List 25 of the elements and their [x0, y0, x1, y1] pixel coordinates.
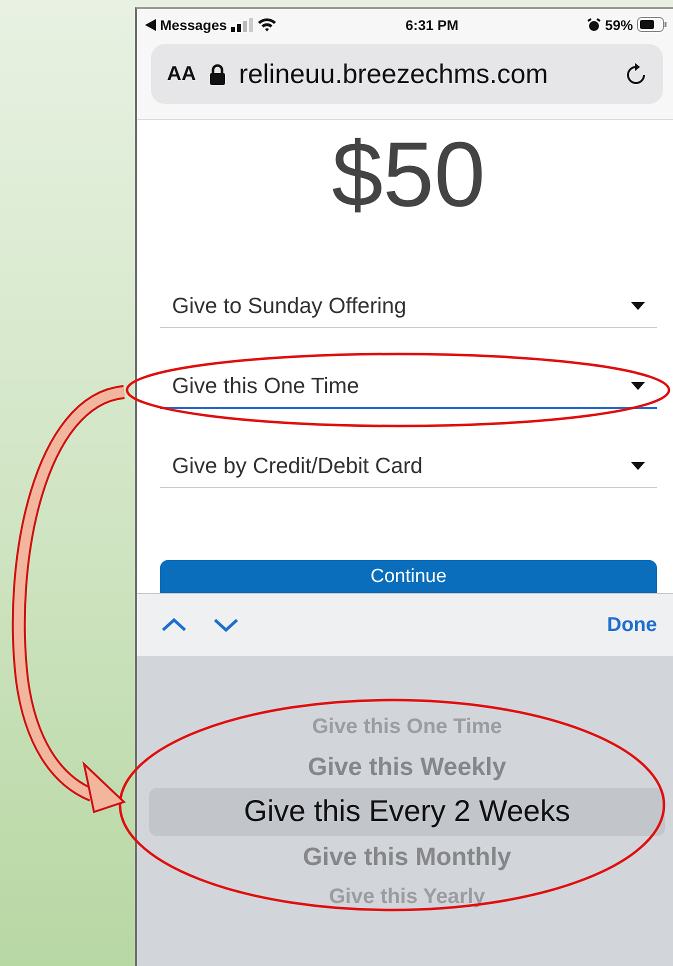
battery-percent: 59% [604, 16, 634, 32]
dropdown-caret-icon [631, 302, 645, 310]
status-time: 6:31 PM [406, 16, 458, 32]
wifi-icon [256, 17, 277, 32]
picker-option[interactable]: Give this Every 2 Weeks [149, 788, 665, 836]
back-icon[interactable] [145, 18, 156, 30]
dropdown-caret-icon [631, 462, 645, 470]
battery-icon [637, 17, 668, 32]
dropdown-field[interactable]: Give to Sunday Offering [160, 284, 657, 328]
lock-icon [210, 64, 225, 84]
amount-text: $50 [330, 123, 486, 228]
chevron-up-icon[interactable] [161, 618, 187, 632]
alarm-icon [586, 18, 601, 32]
dropdown-field[interactable]: Give by Credit/Debit Card [160, 444, 657, 488]
back-label[interactable]: Messages [160, 16, 227, 32]
address-bar[interactable]: AA relineuu.breezechms.com [151, 44, 663, 104]
signal-icon [230, 18, 253, 32]
continue-button[interactable]: Continue [160, 560, 657, 593]
url-text: relineuu.breezechms.com [238, 58, 550, 90]
chevron-down-icon[interactable] [213, 618, 239, 632]
dropdown-caret-icon [631, 382, 645, 390]
done-button[interactable]: Done [607, 614, 657, 636]
text-size-button[interactable]: AA [167, 62, 196, 86]
reload-icon[interactable] [625, 62, 647, 86]
dropdown-field[interactable]: Give this One Time [160, 364, 657, 409]
